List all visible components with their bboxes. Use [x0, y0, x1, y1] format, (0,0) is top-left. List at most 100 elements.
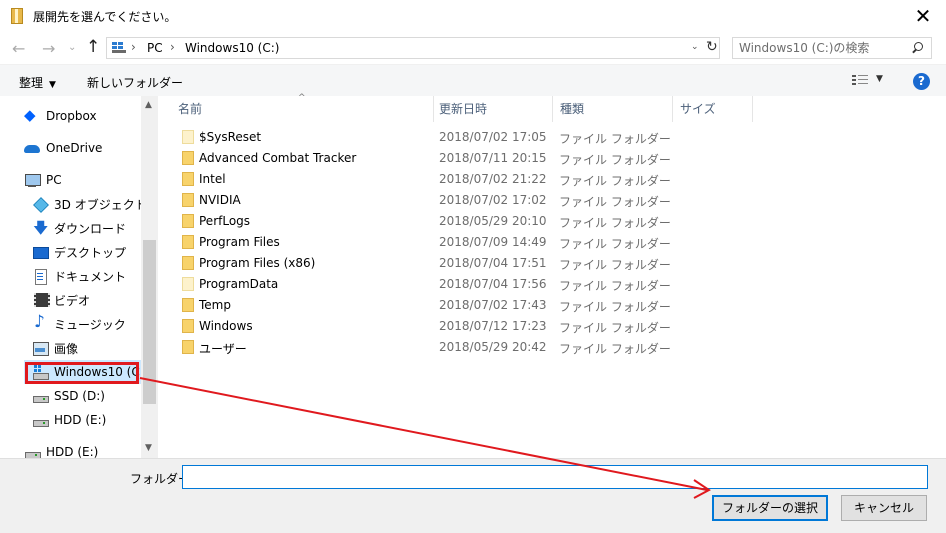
column-header-date[interactable]: 更新日時: [419, 96, 552, 122]
view-options-icon[interactable]: [852, 75, 868, 87]
folder-icon: [182, 172, 194, 186]
sidebar-item-onedrive[interactable]: OneDrive: [24, 136, 102, 160]
sidebar-item-music[interactable]: ミュージック: [32, 312, 126, 336]
file-date: 2018/07/09 14:49: [439, 235, 547, 249]
file-type: ファイル フォルダー: [559, 195, 671, 209]
pictures-icon: [32, 340, 49, 356]
address-bar[interactable]: › PC › Windows10 (C:) ⌄ ↻: [106, 37, 720, 59]
file-date: 2018/07/11 20:15: [439, 151, 547, 165]
search-box[interactable]: [732, 37, 932, 59]
scroll-up-icon[interactable]: ▲: [145, 100, 152, 110]
sidebar-scrollbar[interactable]: ▲ ▼: [141, 96, 158, 458]
sidebar-item-3d-objects[interactable]: 3D オブジェクト: [32, 192, 147, 216]
column-header-type[interactable]: 種類: [540, 96, 672, 122]
sidebar-item-label: OneDrive: [46, 141, 103, 155]
annotation-highlight-box: [25, 362, 139, 384]
file-name: Temp: [199, 298, 231, 312]
file-name: ProgramData: [199, 277, 279, 291]
close-button[interactable]: ✕: [900, 0, 946, 32]
column-divider[interactable]: [752, 96, 753, 122]
table-row[interactable]: ユーザー 2018/05/29 20:42 ファイル フォルダー: [158, 337, 946, 358]
folder-icon: [182, 151, 194, 165]
forward-arrow-icon[interactable]: →: [42, 39, 55, 58]
table-row[interactable]: Program Files 2018/07/09 14:49 ファイル フォルダー: [158, 232, 946, 253]
table-row[interactable]: ProgramData 2018/07/04 17:56 ファイル フォルダー: [158, 274, 946, 295]
table-row[interactable]: PerfLogs 2018/05/29 20:10 ファイル フォルダー: [158, 211, 946, 232]
sidebar-item-desktop[interactable]: デスクトップ: [32, 240, 126, 264]
file-date: 2018/07/12 17:23: [439, 319, 547, 333]
sidebar-item-label: ビデオ: [54, 293, 91, 308]
recent-dropdown-icon[interactable]: ⌄: [68, 42, 76, 53]
table-row[interactable]: Windows 2018/07/12 17:23 ファイル フォルダー: [158, 316, 946, 337]
column-header-size[interactable]: サイズ: [660, 96, 752, 122]
breadcrumb-drive[interactable]: Windows10 (C:): [185, 41, 279, 55]
title-bar: 展開先を選んでください。 ✕: [0, 0, 946, 32]
table-row[interactable]: Temp 2018/07/02 17:43 ファイル フォルダー: [158, 295, 946, 316]
folder-icon: [182, 235, 194, 249]
breadcrumb-pc[interactable]: PC: [147, 41, 163, 55]
search-input[interactable]: [739, 40, 899, 56]
sidebar-item-downloads[interactable]: ダウンロード: [32, 216, 126, 243]
sidebar-item-ssd-d[interactable]: SSD (D:): [32, 384, 105, 408]
drive-icon: [32, 412, 49, 428]
table-row[interactable]: Advanced Combat Tracker 2018/07/11 20:15 フ…: [158, 148, 946, 169]
column-header-name[interactable]: 名前: [158, 96, 433, 122]
chevron-down-icon[interactable]: ▼: [876, 74, 883, 84]
refresh-icon[interactable]: ↻: [706, 39, 718, 55]
file-date: 2018/07/02 21:22: [439, 172, 547, 186]
file-name: Intel: [199, 172, 226, 186]
sidebar-item-dropbox[interactable]: Dropbox: [24, 104, 97, 128]
sidebar-item-hdd-e[interactable]: HDD (E:): [32, 408, 106, 432]
dropdown-icon[interactable]: ⌄: [691, 42, 699, 52]
sidebar-item-documents[interactable]: ドキュメント: [32, 264, 126, 288]
folder-icon: [182, 193, 194, 207]
scrollbar-thumb[interactable]: [143, 240, 156, 404]
breadcrumb-separator-icon[interactable]: ›: [170, 40, 175, 54]
sidebar-item-pc[interactable]: PC: [24, 168, 62, 192]
file-type: ファイル フォルダー: [559, 132, 671, 146]
new-folder-button[interactable]: 新しいフォルダー: [87, 74, 183, 91]
desktop-icon: [32, 244, 49, 260]
pc-icon: [112, 42, 126, 53]
folder-icon: [182, 340, 194, 354]
chevron-down-icon: ▼: [49, 80, 56, 90]
download-icon: [32, 218, 48, 243]
file-name: NVIDIA: [199, 193, 241, 207]
folder-icon: [182, 214, 194, 228]
folder-name-input[interactable]: [182, 465, 928, 489]
file-type: ファイル フォルダー: [559, 321, 671, 335]
help-button[interactable]: ?: [913, 73, 930, 90]
toolbar: 整理 ▼ 新しいフォルダー ▼ ?: [0, 64, 946, 96]
sidebar-item-label: デスクトップ: [54, 245, 127, 260]
file-list: ^ 名前 更新日時 種類 サイズ $SysReset 2018/07/02 17:…: [158, 93, 946, 458]
organize-button[interactable]: 整理 ▼: [19, 74, 56, 91]
table-row[interactable]: Intel 2018/07/02 21:22 ファイル フォルダー: [158, 169, 946, 190]
file-date: 2018/07/02 17:02: [439, 193, 547, 207]
table-row[interactable]: Program Files (x86) 2018/07/04 17:51 ファイル …: [158, 253, 946, 274]
select-folder-button[interactable]: フォルダーの選択: [712, 495, 828, 521]
file-name: PerfLogs: [199, 214, 251, 228]
sidebar-item-pictures[interactable]: 画像: [32, 336, 78, 360]
cancel-button[interactable]: キャンセル: [841, 495, 927, 521]
scroll-down-icon[interactable]: ▼: [145, 443, 152, 453]
file-name: ユーザー: [199, 342, 247, 356]
back-arrow-icon[interactable]: ←: [12, 39, 25, 58]
file-date: 2018/07/04 17:51: [439, 256, 547, 270]
table-row[interactable]: $SysReset 2018/07/02 17:05 ファイル フォルダー: [158, 127, 946, 148]
music-icon: [32, 312, 48, 332]
up-arrow-icon[interactable]: ↑: [86, 37, 100, 57]
file-type: ファイル フォルダー: [559, 174, 671, 188]
sidebar-item-label: PC: [46, 173, 62, 187]
breadcrumb-separator-icon[interactable]: ›: [131, 40, 136, 54]
window-title: 展開先を選んでください。: [33, 10, 177, 24]
folder-icon: [182, 256, 194, 270]
table-row[interactable]: NVIDIA 2018/07/02 17:02 ファイル フォルダー: [158, 190, 946, 211]
search-icon[interactable]: [911, 42, 923, 54]
sidebar-item-label: 3D オブジェクト: [54, 197, 147, 212]
file-name: Advanced Combat Tracker: [199, 151, 357, 165]
sidebar-item-videos[interactable]: ビデオ: [32, 288, 90, 312]
folder-icon: [182, 298, 194, 312]
sidebar-item-label: HDD (E:): [46, 445, 99, 459]
file-name: $SysReset: [199, 130, 262, 144]
file-date: 2018/05/29 20:10: [439, 214, 547, 228]
